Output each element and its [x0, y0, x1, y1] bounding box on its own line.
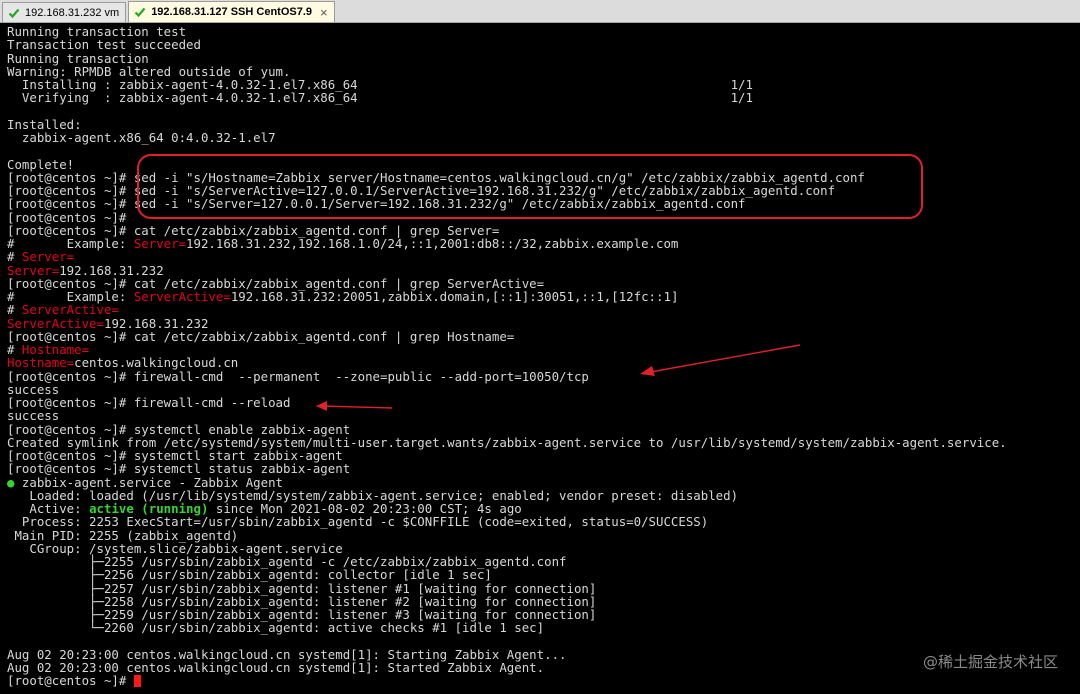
terminal-line: # Example: ServerActive=192.168.31.232:2…	[7, 290, 1080, 303]
terminal-line: Running transaction test	[7, 25, 1080, 38]
terminal-text: └─2260 /usr/sbin/zabbix_agentd: active c…	[7, 620, 545, 636]
terminal-line: # Server=	[7, 250, 1080, 263]
terminal-text: ServerActive=	[133, 289, 231, 304]
terminal-line: success	[7, 409, 1080, 422]
terminal-text: [root@centos ~]# firewall-cmd --permanen…	[7, 368, 589, 384]
terminal-text: Server=	[133, 236, 187, 251]
terminal-line: ├─2256 /usr/sbin/zabbix_agentd: collecto…	[7, 568, 1080, 581]
terminal-line: ├─2258 /usr/sbin/zabbix_agentd: listener…	[7, 595, 1080, 608]
close-icon[interactable]: ×	[320, 5, 328, 20]
terminal-line: Warning: RPMDB altered outside of yum.	[7, 65, 1080, 78]
tab-ssh-centos[interactable]: 192.168.31.127 SSH CentOS7.9 ×	[128, 1, 335, 22]
terminal-line: Server=192.168.31.232	[7, 263, 1080, 277]
tab-label: 192.168.31.232 vm	[25, 6, 120, 19]
terminal-line: [root@centos ~]# firewall-cmd --permanen…	[7, 368, 1080, 384]
terminal-line: Process: 2253 ExecStart=/usr/sbin/zabbix…	[7, 515, 1080, 528]
terminal-line: Aug 02 20:23:00 centos.walkingcloud.cn s…	[7, 661, 1080, 674]
terminal-line: Aug 02 20:23:00 centos.walkingcloud.cn s…	[7, 648, 1080, 661]
terminal-line: [root@centos ~]# cat /etc/zabbix/zabbix_…	[7, 224, 1080, 237]
terminal-line: ├─2259 /usr/sbin/zabbix_agentd: listener…	[7, 608, 1080, 621]
terminal-text: zabbix-agent.x86_64 0:4.0.32-1.el7	[7, 130, 276, 145]
terminal-line: Hostname=centos.walkingcloud.cn	[7, 356, 1080, 369]
terminal-text: Verifying : zabbix-agent-4.0.32-1.el7.x8…	[7, 90, 753, 106]
terminal-text: 192.168.31.232:20051,zabbix.domain,[::1]…	[230, 289, 679, 304]
terminal-text: [root@centos ~]#	[7, 673, 134, 689]
terminal-line: ├─2255 /usr/sbin/zabbix_agentd -c /etc/z…	[7, 555, 1080, 568]
terminal-line: [root@centos ~]# systemctl start zabbix-…	[7, 449, 1080, 462]
terminal-line: ServerActive=192.168.31.232	[7, 316, 1080, 330]
watermark: @稀土掘金技术社区	[922, 653, 1058, 671]
terminal-line: Loaded: loaded (/usr/lib/systemd/system/…	[7, 489, 1080, 502]
tab-vm[interactable]: 192.168.31.232 vm	[2, 2, 127, 22]
terminal-line: └─2260 /usr/sbin/zabbix_agentd: active c…	[7, 621, 1080, 634]
terminal-output[interactable]: Running transaction test Transaction test…	[0, 23, 1080, 694]
terminal-line: success	[7, 383, 1080, 396]
tab-bar: 192.168.31.232 vm 192.168.31.127 SSH Cen…	[0, 0, 1080, 23]
terminal-line: # ServerActive=	[7, 303, 1080, 316]
terminal-line: Active: active (running) since Mon 2021-…	[7, 502, 1080, 515]
terminal-line: Verifying : zabbix-agent-4.0.32-1.el7.x8…	[7, 91, 1080, 104]
terminal-line: # Example: Server=192.168.31.232,192.168…	[7, 237, 1080, 250]
terminal-line: ● zabbix-agent.service - Zabbix Agent	[7, 475, 1080, 489]
terminal-line: Transaction test succeeded	[7, 38, 1080, 51]
terminal-line: CGroup: /system.slice/zabbix-agent.servi…	[7, 542, 1080, 555]
terminal-line: [root@centos ~]# firewall-cmd --reload	[7, 396, 1080, 409]
terminal-line: Installing : zabbix-agent-4.0.32-1.el7.x…	[7, 78, 1080, 91]
tab-label: 192.168.31.127 SSH CentOS7.9	[151, 6, 313, 18]
terminal-text: 192.168.31.232,192.168.1.0/24,::1,2001:d…	[186, 236, 679, 251]
terminal-line: [root@centos ~]# systemctl status zabbix…	[7, 462, 1080, 475]
terminal-line: Installed:	[7, 118, 1080, 131]
terminal-line: ├─2257 /usr/sbin/zabbix_agentd: listener…	[7, 581, 1080, 595]
terminal-line: [root@centos ~]# sed -i "s/ServerActive=…	[7, 184, 1080, 197]
terminal-line: Running transaction	[7, 51, 1080, 65]
terminal-line: [root@centos ~]# systemctl enable zabbix…	[7, 422, 1080, 436]
terminal-line: Main PID: 2255 (zabbix_agentd)	[7, 528, 1080, 542]
terminal-line: Complete!	[7, 157, 1080, 171]
terminal-line: [root@centos ~]#	[7, 674, 1080, 687]
terminal-line: # Hostname=	[7, 343, 1080, 356]
terminal-line: [root@centos ~]#	[7, 210, 1080, 224]
terminal-line: Created symlink from /etc/systemd/system…	[7, 436, 1080, 449]
check-icon	[133, 5, 147, 19]
terminal-line: [root@centos ~]# sed -i "s/Server=127.0.…	[7, 197, 1080, 210]
terminal-cursor	[133, 675, 142, 688]
check-icon	[7, 6, 21, 20]
terminal-line: [root@centos ~]# cat /etc/zabbix/zabbix_…	[7, 277, 1080, 290]
terminal-line: [root@centos ~]# cat /etc/zabbix/zabbix_…	[7, 330, 1080, 343]
terminal-line: [root@centos ~]# sed -i "s/Hostname=Zabb…	[7, 171, 1080, 184]
terminal-line: zabbix-agent.x86_64 0:4.0.32-1.el7	[7, 131, 1080, 144]
